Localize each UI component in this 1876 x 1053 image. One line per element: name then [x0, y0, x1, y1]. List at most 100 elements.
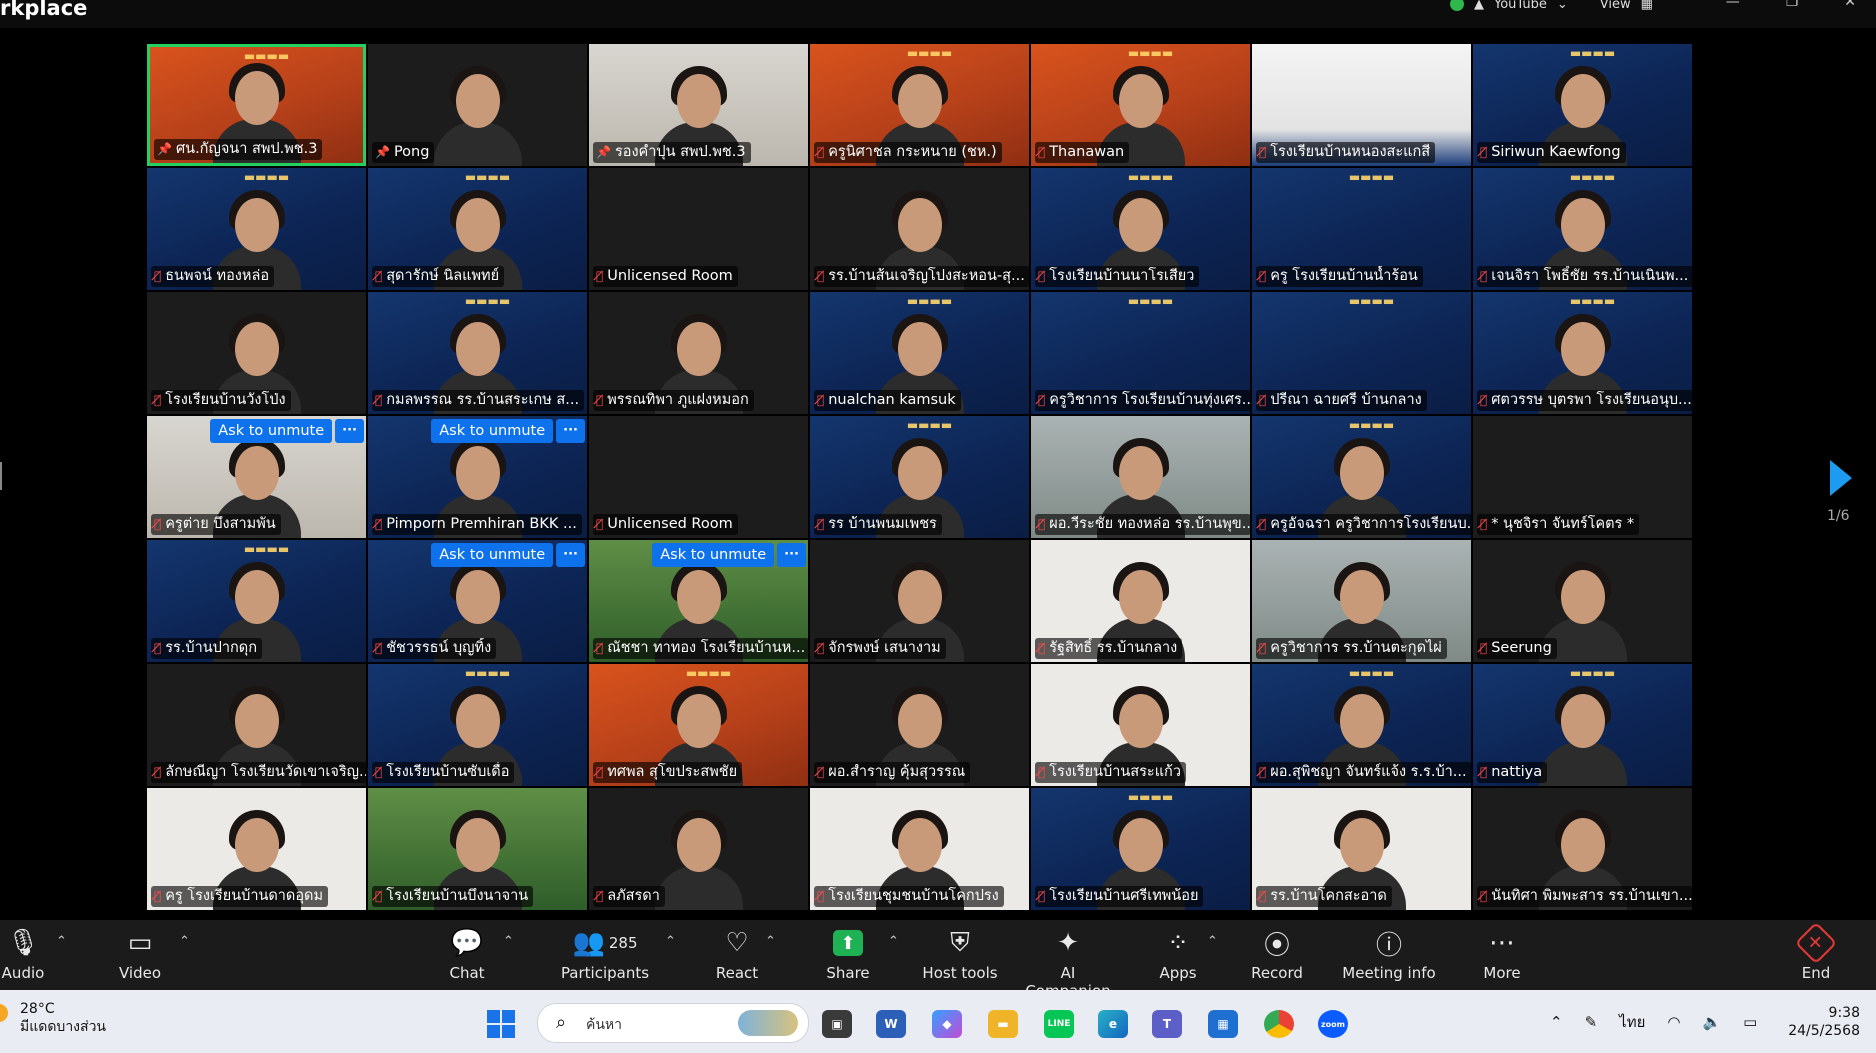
participant-tile[interactable]: ▬▬▬▬Ask to unmute···🎙̸Pimporn Premhiran … [368, 416, 587, 538]
participant-tile[interactable]: Ask to unmute ··· 🎙̸ ครูต่าย บึงสามพัน [147, 416, 366, 538]
participant-tile[interactable]: ▬▬▬▬ 🎙̸ Siriwun Kaewfong [1473, 44, 1692, 166]
close-icon[interactable]: ✕ [1844, 0, 1856, 10]
minimize-icon[interactable]: — [1726, 0, 1740, 10]
participant-tile[interactable]: 🎙̸ Unlicensed Room [589, 416, 808, 538]
participant-tile[interactable]: ▬▬▬▬ 🎙̸ ศตวรรษ บุตรพา โรงเรียนอนุบ... [1473, 292, 1692, 414]
participant-tile[interactable]: ▬▬▬▬ 🎙̸ โรงเรียนบ้านศรีเทพน้อย [1031, 788, 1250, 910]
participant-tile[interactable]: ▬▬▬▬ 🎙̸ กมลพรรณ รร.บ้านสระเกษ ส... [368, 292, 587, 414]
ask-to-unmute-button[interactable]: Ask to unmute [431, 419, 554, 443]
participant-tile[interactable]: 🎙̸ Seerung [1473, 540, 1692, 662]
record-button[interactable]: ⦿ Record [1250, 926, 1304, 983]
apps-options-caret[interactable]: ⌃ [1207, 934, 1218, 949]
audio-options-caret[interactable]: ⌃ [56, 934, 67, 949]
weather-widget[interactable]: 28°C มีแดดบางส่วน [20, 1000, 106, 1036]
participants-button[interactable]: 👥 285 Participants [560, 926, 650, 982]
view-button[interactable]: View [1600, 0, 1631, 12]
chat-button[interactable]: 💬 Chat [444, 926, 490, 982]
participant-tile[interactable]: 📌 Pong [368, 44, 587, 166]
host-tools-button[interactable]: ⛨ Host tools [922, 926, 998, 983]
more-button[interactable]: ⋯ More [1478, 926, 1526, 982]
participant-tile[interactable]: ▬▬▬▬ 📌 ศน.กัญจนา สพป.พช.3 [147, 44, 366, 166]
participant-tile[interactable]: 🎙̸ โรงเรียนบ้านสระแก้ว [1031, 664, 1250, 786]
video-button[interactable]: ▭ Video [112, 926, 168, 982]
participant-tile[interactable]: ▬▬▬▬ 🎙̸ สุดารักษ์ นิลแพทย์ [368, 168, 587, 290]
grid-icon[interactable]: ▦ [1641, 0, 1653, 12]
battery-icon[interactable]: ▭ [1743, 1013, 1757, 1031]
windows-start-icon[interactable] [487, 1010, 515, 1038]
zoom-icon[interactable]: zoom [1318, 1010, 1348, 1038]
wifi-icon[interactable]: ◠ [1667, 1013, 1680, 1031]
participant-tile[interactable]: 🎙̸ รัฐสิทธิ์ รร.บ้านกลาง [1031, 540, 1250, 662]
taskbar-search[interactable]: ⌕ ค้นหา [537, 1003, 809, 1043]
participant-tile[interactable]: 🎙̸ โรงเรียนบ้านวังโป่ง [147, 292, 366, 414]
audio-button[interactable]: 🎙 Audio [0, 926, 46, 982]
participant-tile[interactable]: 🎙̸ ลักษณีญา โรงเรียนวัดเขาเจริญ... [147, 664, 366, 786]
meeting-info-button[interactable]: ⓘ Meeting info [1342, 926, 1436, 983]
participant-tile[interactable]: 🎙̸ โรงเรียนชุมชนบ้านโคกปรง [810, 788, 1029, 910]
participant-tile[interactable]: ▬▬▬▬ 🎙̸ ครูอัจฉรา ครูวิชาการโรงเรียนบ... [1252, 416, 1471, 538]
system-clock[interactable]: 9:38 24/5/2568 [1780, 1004, 1860, 1040]
ai-companion-button[interactable]: ✦ AI Companion [1018, 926, 1118, 1000]
participant-tile[interactable]: 🎙̸ พรรณทิพา ภูแฝงหมอก [589, 292, 808, 414]
language-indicator[interactable]: ไทย [1619, 1010, 1645, 1034]
participant-tile[interactable]: ▬▬▬▬ 🎙̸ โรงเรียนบ้านนาโรเสียว [1031, 168, 1250, 290]
next-page-arrow[interactable] [1830, 460, 1852, 496]
edge-icon[interactable]: e [1098, 1010, 1128, 1038]
participant-tile[interactable]: 🎙̸ โรงเรียนบ้านหนองสะแกสี [1252, 44, 1471, 166]
tile-more-button[interactable]: ··· [335, 419, 364, 443]
react-button[interactable]: ♡ React [712, 926, 762, 982]
participant-tile[interactable]: ▬▬▬▬ 🎙̸ ปรีณา ฉายศรี บ้านกลาง [1252, 292, 1471, 414]
participant-tile[interactable]: ▬▬▬▬ 🎙̸ nattiya [1473, 664, 1692, 786]
chat-options-caret[interactable]: ⌃ [503, 934, 514, 949]
participant-tile[interactable]: 🎙̸ ผอ.วีระชัย ทองหล่อ รร.บ้านพุข... [1031, 416, 1250, 538]
chrome-icon[interactable] [1264, 1010, 1294, 1038]
react-options-caret[interactable]: ⌃ [765, 934, 776, 949]
end-button[interactable]: ✕ End [1794, 921, 1838, 982]
restore-icon[interactable]: ❐ [1786, 0, 1799, 10]
chevron-down-icon[interactable]: ⌄ [1557, 0, 1568, 12]
participant-tile[interactable]: 📌 รองคำปุน สพป.พช.3 [589, 44, 808, 166]
participant-tile[interactable]: ▬▬▬▬ 🎙̸ nualchan kamsuk [810, 292, 1029, 414]
participant-tile[interactable]: 🎙̸ รร.บ้านโคกสะอาด [1252, 788, 1471, 910]
participant-tile[interactable]: ▬▬▬▬ 🎙̸ ครูวิชาการ โรงเรียนบ้านทุ่งเศร... [1031, 292, 1250, 414]
apps-button[interactable]: ⁘ Apps [1158, 926, 1198, 982]
share-options-caret[interactable]: ⌃ [888, 934, 899, 949]
participant-tile[interactable]: ▬▬▬▬ 🎙̸ ทศพล สุโขประสพชัย [589, 664, 808, 786]
participant-tile[interactable]: 🎙̸ * นุชจิรา จันทร์โคตร * [1473, 416, 1692, 538]
teams-icon[interactable]: T [1152, 1010, 1182, 1038]
participant-tile[interactable]: 🎙̸ จักรพงษ์ เสนางาม [810, 540, 1029, 662]
participant-tile[interactable]: ▬▬▬▬ 🎙̸ ครู โรงเรียนบ้านน้ำร้อน [1252, 168, 1471, 290]
participant-tile[interactable]: 🎙̸ โรงเรียนบ้านบึงนาจาน [368, 788, 587, 910]
store-icon[interactable]: ▦ [1208, 1010, 1238, 1038]
tile-more-button[interactable]: ··· [777, 543, 806, 567]
chevron-up-icon[interactable]: ⌃ [1550, 1013, 1563, 1031]
copilot-icon[interactable]: ◆ [932, 1010, 962, 1038]
pen-icon[interactable]: ✎ [1585, 1013, 1598, 1031]
participant-tile[interactable]: ▬▬▬▬ 🎙̸ รร.บ้านปากดุก [147, 540, 366, 662]
participant-tile[interactable]: 🎙̸ ผอ.สำราญ คุ้มสุวรรณ [810, 664, 1029, 786]
participant-tile[interactable]: 🎙̸ รร.บ้านส้นเจริญโปงสะหอน-สุ... [810, 168, 1029, 290]
folder-icon[interactable]: ▬ [988, 1010, 1018, 1038]
participants-options-caret[interactable]: ⌃ [665, 934, 676, 949]
participant-tile[interactable]: 🎙̸ ครูวิชาการ รร.บ้านตะกุดไผ่ [1252, 540, 1471, 662]
word-icon[interactable]: W [876, 1010, 906, 1038]
participant-tile[interactable]: 🎙̸ นันทิศา พิมพะสาร รร.บ้านเขา... [1473, 788, 1692, 910]
participant-tile[interactable]: 🎙̸ Unlicensed Room [589, 168, 808, 290]
tile-more-button[interactable]: ··· [556, 419, 585, 443]
tile-more-button[interactable]: ··· [556, 543, 585, 567]
ask-to-unmute-button[interactable]: Ask to unmute [652, 543, 775, 567]
ask-to-unmute-button[interactable]: Ask to unmute [431, 543, 554, 567]
participant-tile[interactable]: ▬▬▬▬ 🎙̸ ครูนิศาชล กระหนาย (ชห.) [810, 44, 1029, 166]
prev-page-handle[interactable] [0, 462, 2, 490]
file-explorer-icon[interactable]: ▣ [822, 1010, 852, 1038]
participant-tile[interactable]: Ask to unmute ··· 🎙̸ ณัชชา ทาทอง โรงเรียนบ้… [589, 540, 808, 662]
participant-tile[interactable]: ▬▬▬▬ 🎙̸ Thanawan [1031, 44, 1250, 166]
participant-tile[interactable]: 🎙̸ ครู โรงเรียนบ้านดาดอุดม [147, 788, 366, 910]
participant-tile[interactable]: ▬▬▬▬Ask to unmute···🎙̸ชัชวรรธน์ บุญทิ้ง [368, 540, 587, 662]
video-options-caret[interactable]: ⌃ [179, 934, 190, 949]
volume-icon[interactable]: 🔈 [1702, 1013, 1721, 1031]
participant-tile[interactable]: ▬▬▬▬ 🎙̸ โรงเรียนบ้านซับเดื่อ [368, 664, 587, 786]
participant-tile[interactable]: ▬▬▬▬ 🎙̸ เจนจิรา โพธิ์ชัย รร.บ้านเนินพ... [1473, 168, 1692, 290]
share-button[interactable]: ⬆ Share [823, 926, 873, 982]
participant-tile[interactable]: ▬▬▬▬ 🎙̸ ผอ.สุพิชญา จันทร์แจ้ง ร.ร.บ้า... [1252, 664, 1471, 786]
